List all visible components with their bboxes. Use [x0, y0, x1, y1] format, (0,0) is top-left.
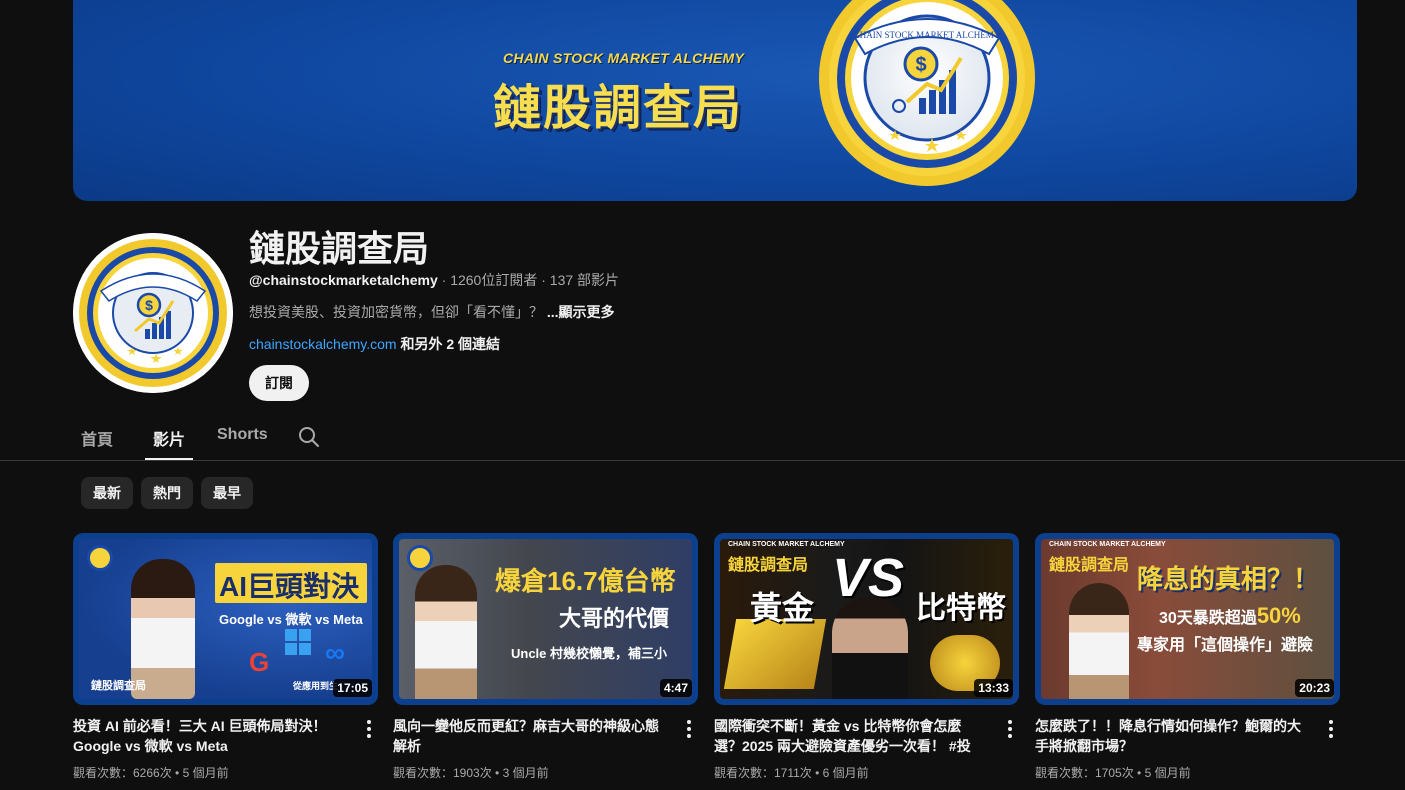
more-links-link[interactable]: 和另外 2 個連結 — [397, 336, 500, 352]
thumb-brand: 鏈股調查局 — [728, 557, 809, 574]
show-more-link[interactable]: ...顯示更多 — [547, 304, 615, 320]
thumb-subline: Google vs 微軟 vs Meta — [219, 612, 363, 627]
gold-bars-image — [723, 619, 827, 689]
presenter-figure — [415, 565, 477, 699]
windows-logo-icon — [285, 629, 311, 655]
video-title[interactable]: 怎麼跌了！！降息行情如何操作？鮑爾的大手將掀翻市場？ — [1035, 716, 1305, 756]
tab-videos[interactable]: 影片 — [153, 426, 185, 450]
banner-subtitle: CHAIN STOCK MARKET ALCHEMY — [503, 50, 745, 66]
thumb-caption: Uncle 村幾校懶覺，補三小 — [511, 646, 668, 661]
video-thumbnail[interactable]: 爆倉16.7億台幣 大哥的代價 Uncle 村幾校懶覺，補三小 4:47 — [393, 533, 698, 705]
thumb-headline: 爆倉16.7億台幣 — [495, 566, 676, 596]
channel-links: chainstockalchemy.com 和另外 2 個連結 — [249, 334, 500, 354]
more-options-icon[interactable] — [1002, 719, 1018, 739]
thumb-brand: 鏈股調查局 — [91, 680, 146, 692]
tab-shorts[interactable]: Shorts — [217, 426, 268, 444]
video-duration: 17:05 — [333, 679, 372, 697]
thumb-left-label: 黃金 — [750, 590, 815, 626]
thumb-sub: CHAIN STOCK MARKET ALCHEMY — [1049, 541, 1166, 548]
video-card: CHAIN STOCK MARKET ALCHEMY 鏈股調查局 黃金 VS 比… — [714, 533, 1019, 780]
chip-popular[interactable]: 熱門 — [141, 477, 193, 509]
thumb-sub: CHAIN STOCK MARKET ALCHEMY — [728, 541, 845, 548]
banner-badge-text: CHAIN STOCK MARKET ALCHEMY — [854, 30, 1001, 40]
thumb-footer: 從應用到生 — [293, 681, 339, 691]
svg-text:$: $ — [915, 54, 926, 76]
banner-title: 鏈股調查局 — [493, 82, 744, 135]
channel-meta: @chainstockmarketalchemy · 1260位訂閱者 · 13… — [249, 270, 619, 290]
video-card: AI巨頭對決 Google vs 微軟 vs Meta G ∞ 鏈股調查局 從應… — [73, 533, 378, 780]
thumb-subline: 30天暴跌超過50% — [1159, 603, 1301, 628]
video-card: CHAIN STOCK MARKET ALCHEMY 鏈股調查局 降息的真相？！… — [1035, 533, 1340, 780]
video-title[interactable]: 投資 AI 前必看！三大 AI 巨頭佈局對決！Google vs 微軟 vs M… — [73, 716, 343, 756]
video-duration: 4:47 — [659, 679, 692, 697]
channel-logo-icon — [407, 545, 433, 571]
video-meta: 觀看次數：1705次 • 5 個月前 — [1035, 766, 1191, 780]
search-icon[interactable] — [297, 425, 321, 449]
video-duration: 20:23 — [1295, 679, 1334, 697]
thumb-subline: 大哥的代價 — [559, 606, 670, 631]
thumb-headline: 降息的真相？！ — [1137, 564, 1320, 594]
more-options-icon[interactable] — [1323, 719, 1339, 739]
chip-latest[interactable]: 最新 — [81, 477, 133, 509]
channel-handle: @chainstockmarketalchemy — [249, 272, 438, 288]
banner-badge-logo: CHAIN STOCK MARKET ALCHEMY $ — [819, 0, 1035, 186]
video-title[interactable]: 國際衝突不斷！黃金 vs 比特幣你會怎麼選？2025 兩大避險資產優劣一次看！ … — [714, 716, 984, 756]
video-meta: 觀看次數：6266次 • 5 個月前 — [73, 766, 229, 780]
channel-banner: CHAIN STOCK MARKET ALCHEMY 鏈股調查局 CHAIN S… — [73, 0, 1357, 201]
video-card: 爆倉16.7億台幣 大哥的代價 Uncle 村幾校懶覺，補三小 4:47 風向一… — [393, 533, 698, 780]
presenter-figure — [1069, 583, 1129, 699]
thumb-caption: 專家用「這個操作」避險 — [1137, 637, 1314, 654]
channel-website-link[interactable]: chainstockalchemy.com — [249, 336, 397, 352]
channel-description: 想投資美股、投資加密貨幣，但卻「看不懂」？ ...顯示更多 — [249, 302, 615, 322]
channel-description-text: 想投資美股、投資加密貨幣，但卻「看不懂」？ — [249, 304, 547, 320]
channel-tabs: 首頁 影片 Shorts — [0, 412, 1405, 461]
video-meta: 觀看次數：1903次 • 3 個月前 — [393, 766, 549, 780]
google-logo-icon: G — [249, 647, 270, 677]
thumb-brand: 鏈股調查局 — [1049, 557, 1130, 574]
chip-oldest[interactable]: 最早 — [201, 477, 253, 509]
avatar-logo: $ — [73, 233, 233, 393]
channel-name: 鏈股調查局 — [249, 228, 430, 269]
tab-home[interactable]: 首頁 — [81, 426, 113, 450]
presenter-figure — [832, 597, 908, 699]
more-options-icon[interactable] — [681, 719, 697, 739]
thumb-headline: AI巨頭對決 — [219, 571, 360, 602]
thumb-right-label: 比特幣 — [916, 592, 1006, 625]
subscribe-button[interactable]: 訂閱 — [249, 365, 309, 401]
channel-logo-icon — [87, 545, 113, 571]
channel-avatar[interactable]: $ — [73, 233, 233, 393]
more-options-icon[interactable] — [361, 719, 377, 739]
video-thumbnail[interactable]: AI巨頭對決 Google vs 微軟 vs Meta G ∞ 鏈股調查局 從應… — [73, 533, 378, 705]
video-thumbnail[interactable]: CHAIN STOCK MARKET ALCHEMY 鏈股調查局 降息的真相？！… — [1035, 533, 1340, 705]
video-thumbnail[interactable]: CHAIN STOCK MARKET ALCHEMY 鏈股調查局 黃金 VS 比… — [714, 533, 1019, 705]
meta-logo-icon: ∞ — [325, 637, 345, 668]
video-title[interactable]: 風向一變他反而更紅？麻吉大哥的神級心態解析 — [393, 716, 663, 756]
video-meta: 觀看次數：1711次 • 6 個月前 — [714, 766, 869, 780]
video-duration: 13:33 — [974, 679, 1013, 697]
svg-text:$: $ — [145, 297, 153, 313]
active-tab-indicator — [145, 458, 193, 460]
channel-stats: · 1260位訂閱者 · 137 部影片 — [437, 272, 620, 288]
